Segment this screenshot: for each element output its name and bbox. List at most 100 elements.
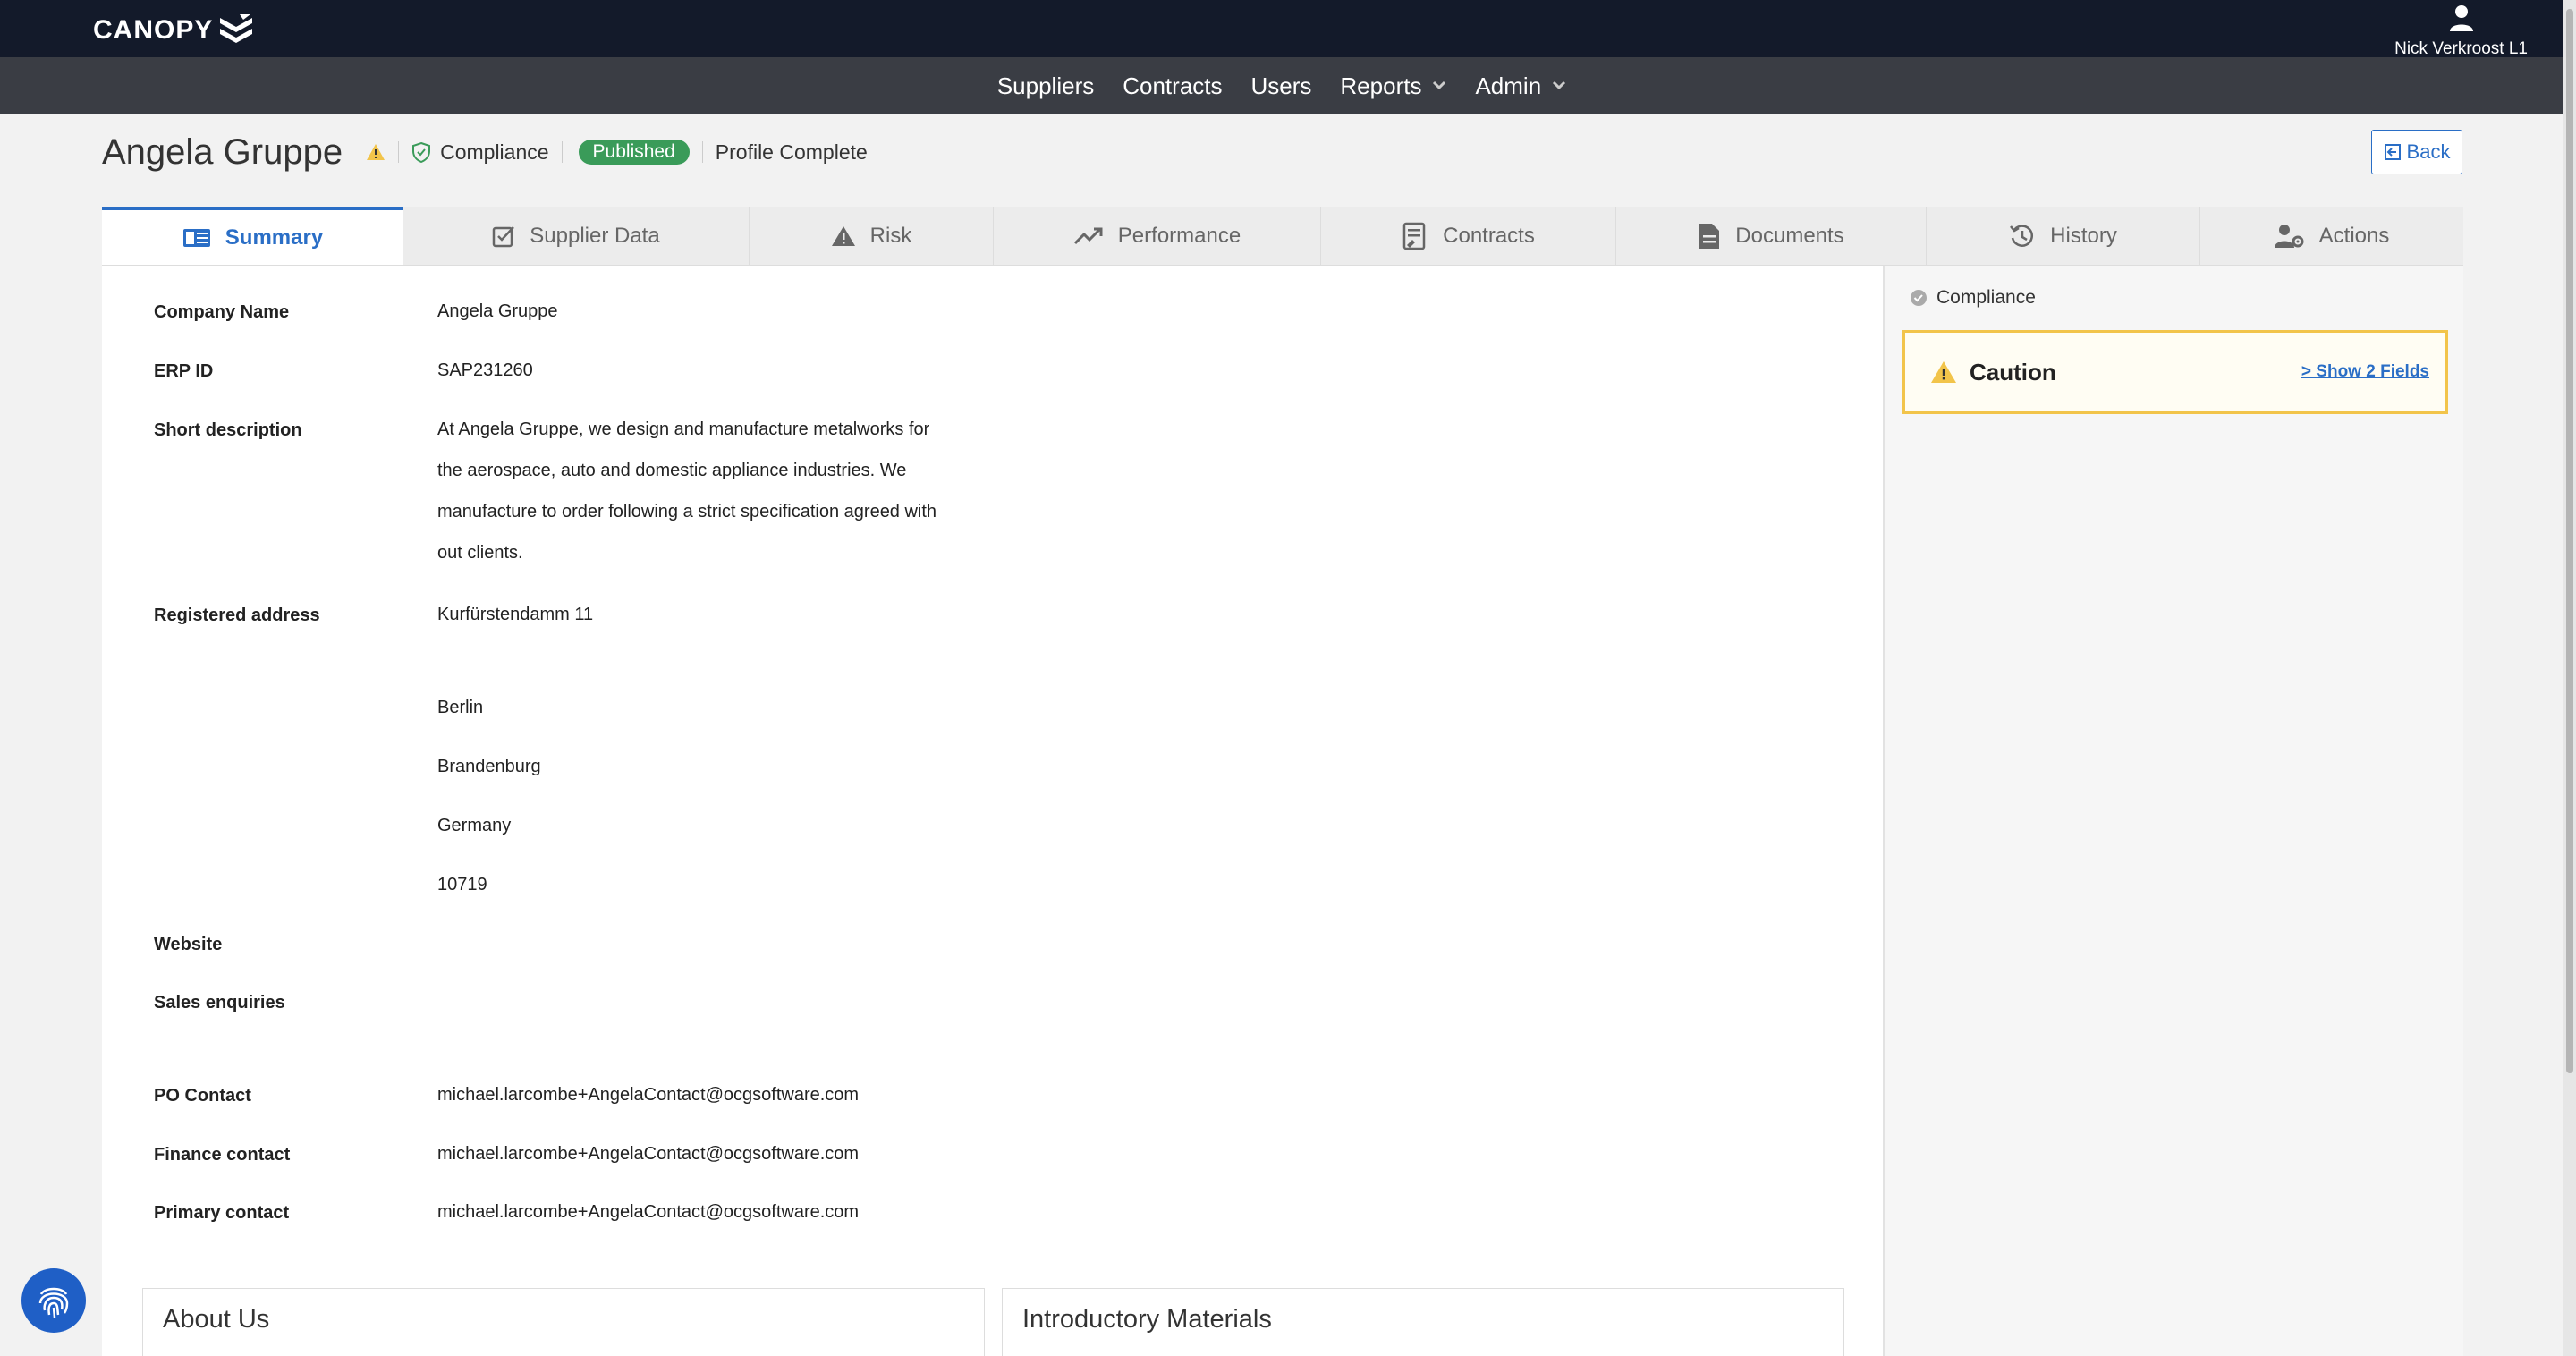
user-menu[interactable]: Nick Verkroost L1 xyxy=(2394,4,2528,59)
back-button[interactable]: Back xyxy=(2371,130,2462,174)
nav-users[interactable]: Users xyxy=(1251,72,1312,100)
tab-summary-label: Summary xyxy=(225,225,324,250)
compliance-heading-label: Compliance xyxy=(1936,287,2036,308)
erp-id-label: ERP ID xyxy=(154,361,214,381)
nav-users-label: Users xyxy=(1250,72,1312,99)
contract-icon xyxy=(1402,222,1426,250)
erp-id-value: SAP231260 xyxy=(437,360,533,380)
tab-documents[interactable]: Documents xyxy=(1616,207,1927,265)
supplier-header: Angela Gruppe Compliance Published Profi… xyxy=(102,127,868,177)
registered-address-label: Registered address xyxy=(154,606,320,625)
tab-performance[interactable]: Performance xyxy=(994,207,1321,265)
po-contact-label: PO Contact xyxy=(154,1086,251,1106)
nav-suppliers[interactable]: Suppliers xyxy=(997,72,1094,100)
warning-icon xyxy=(1931,361,1956,383)
back-arrow-icon xyxy=(2384,144,2401,160)
page-title: Angela Gruppe xyxy=(102,131,343,172)
tab-history[interactable]: History xyxy=(1927,207,2200,265)
back-label: Back xyxy=(2406,140,2451,163)
tab-performance-label: Performance xyxy=(1117,223,1241,248)
warning-icon xyxy=(367,144,386,160)
description-line: out clients. xyxy=(437,543,523,563)
fingerprint-button[interactable] xyxy=(21,1268,86,1333)
company-name-label: Company Name xyxy=(154,302,290,322)
nav-admin[interactable]: Admin xyxy=(1475,72,1566,100)
compliance-status: Compliance xyxy=(411,140,549,165)
status-badge: Published xyxy=(578,140,690,165)
caution-box: Caution > Show 2 Fields xyxy=(1902,330,2448,414)
summary-icon xyxy=(182,228,210,247)
description-line: the aerospace, auto and domestic applian… xyxy=(437,461,907,480)
tab-supplier-data[interactable]: Supplier Data xyxy=(403,207,750,265)
nav-suppliers-label: Suppliers xyxy=(996,72,1095,99)
primary-contact-value: michael.larcombe+AngelaContact@ocgsoftwa… xyxy=(437,1202,860,1222)
address-street: Kurfürstendamm 11 xyxy=(437,605,594,624)
tab-contracts[interactable]: Contracts xyxy=(1321,207,1616,265)
short-description-value: At Angela Gruppe, we design and manufact… xyxy=(437,409,936,573)
description-line: At Angela Gruppe, we design and manufact… xyxy=(437,420,930,439)
compliance-heading: Compliance xyxy=(1910,287,2036,309)
address-city: Berlin xyxy=(437,698,484,717)
chevron-down-icon xyxy=(1553,81,1566,90)
po-contact-value: michael.larcombe+AngelaContact@ocgsoftwa… xyxy=(437,1085,860,1105)
divider xyxy=(561,141,563,163)
canopy-logo-icon xyxy=(220,14,253,43)
address-postcode: 10719 xyxy=(437,875,487,894)
nav-contracts[interactable]: Contracts xyxy=(1123,72,1222,100)
document-icon xyxy=(1699,223,1720,249)
chevron-down-icon xyxy=(1433,81,1446,90)
tab-history-label: History xyxy=(2050,223,2117,248)
divider xyxy=(398,141,400,163)
introductory-materials-title: Introductory Materials xyxy=(1022,1305,1272,1334)
tab-risk-label: Risk xyxy=(869,223,912,248)
short-description-label: Short description xyxy=(154,420,302,440)
finance-contact-value: michael.larcombe+AngelaContact@ocgsoftwa… xyxy=(437,1144,860,1164)
tab-actions[interactable]: Actions xyxy=(2200,207,2463,265)
warning-triangle-icon xyxy=(831,225,855,246)
check-circle-icon xyxy=(1911,290,1927,306)
page-scrollbar[interactable] xyxy=(2563,0,2576,1356)
trending-up-icon xyxy=(1073,227,1103,244)
tab-actions-label: Actions xyxy=(2318,223,2390,248)
tab-documents-label: Documents xyxy=(1735,223,1844,248)
about-us-panel: About Us xyxy=(142,1288,985,1356)
top-bar: CANOPY Nick Verkroost L1 xyxy=(0,0,2563,59)
nav-admin-label: Admin xyxy=(1475,72,1542,99)
checkbox-icon xyxy=(493,225,515,247)
description-line: manufacture to order following a strict … xyxy=(437,502,937,521)
user-gear-icon xyxy=(2274,224,2304,248)
sales-enquiries-label: Sales enquiries xyxy=(154,993,285,1013)
shield-check-icon xyxy=(412,141,431,163)
fingerprint-icon xyxy=(38,1287,69,1318)
about-us-title: About Us xyxy=(163,1305,270,1334)
logo-text: CANOPY xyxy=(93,15,214,45)
user-icon xyxy=(2449,5,2473,31)
show-fields-link[interactable]: > Show 2 Fields xyxy=(2301,362,2429,382)
compliance-panel: Compliance Caution > Show 2 Fields xyxy=(1883,266,2463,1356)
introductory-materials-panel: Introductory Materials xyxy=(1002,1288,1844,1356)
divider xyxy=(701,141,703,163)
history-icon xyxy=(2010,224,2034,247)
compliance-label: Compliance xyxy=(440,140,549,164)
tab-contracts-label: Contracts xyxy=(1443,223,1535,248)
finance-contact-label: Finance contact xyxy=(154,1145,291,1165)
summary-content: Company Name Angela Gruppe ERP ID SAP231… xyxy=(102,266,1883,1356)
scroll-thumb[interactable] xyxy=(2566,9,2573,1073)
company-name-value: Angela Gruppe xyxy=(437,301,558,321)
supplier-tabs: Summary Supplier Data Risk Performance C… xyxy=(102,207,2463,266)
tab-summary[interactable]: Summary xyxy=(102,207,403,265)
profile-status: Profile Complete xyxy=(715,140,868,164)
nav-contracts-label: Contracts xyxy=(1123,72,1223,99)
address-region: Brandenburg xyxy=(437,757,541,776)
tab-supplier-data-label: Supplier Data xyxy=(530,223,660,248)
nav-reports-label: Reports xyxy=(1340,72,1422,99)
caution-label: Caution xyxy=(1970,358,2056,386)
address-country: Germany xyxy=(437,816,512,835)
primary-contact-label: Primary contact xyxy=(154,1203,290,1223)
nav-reports[interactable]: Reports xyxy=(1340,72,1446,100)
canopy-logo[interactable]: CANOPY xyxy=(93,13,256,48)
website-label: Website xyxy=(154,935,223,954)
main-nav: Suppliers Contracts Users Reports Admin xyxy=(0,57,2563,114)
user-name: Nick Verkroost L1 xyxy=(2394,39,2528,58)
tab-risk[interactable]: Risk xyxy=(750,207,994,265)
